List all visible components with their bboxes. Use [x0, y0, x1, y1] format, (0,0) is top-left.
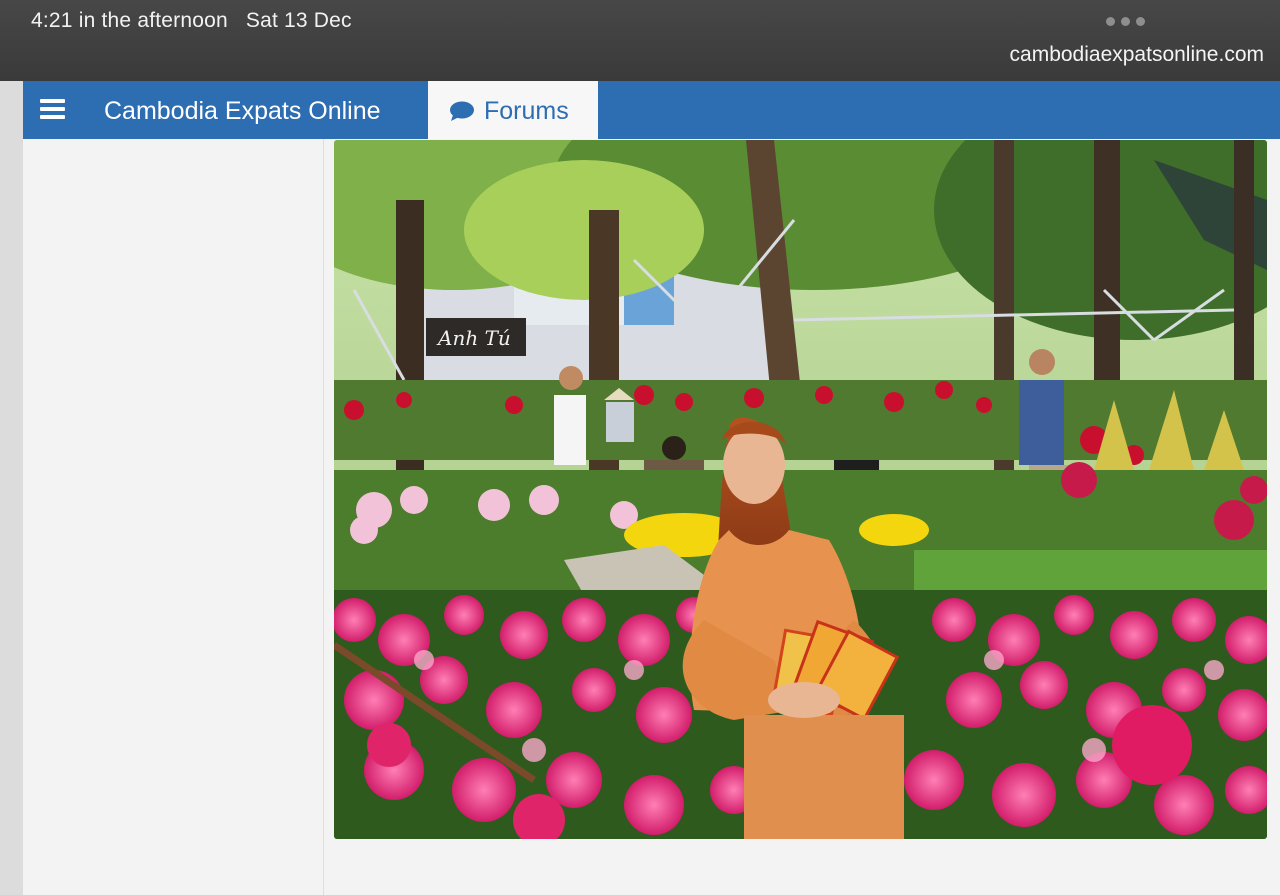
hamburger-menu-icon[interactable] [40, 99, 65, 119]
post-photo[interactable]: Anh Tú [334, 140, 1267, 839]
speech-bubble-icon [450, 101, 474, 121]
tab-forums-label: Forums [484, 97, 569, 125]
address-url[interactable]: cambodiaexpatsonline.com [1010, 43, 1264, 67]
photo-sign-text: Anh Tú [436, 326, 511, 350]
site-navbar: Cambodia Expats Online Forums [23, 81, 1280, 139]
page-edge [0, 81, 23, 895]
status-date: Sat 13 Dec [245, 9, 352, 32]
sidebar-panel [23, 139, 324, 895]
browser-status-bar: 4:21 in the afternoon Sat 13 Dec cambodia… [0, 0, 1280, 81]
tab-forums[interactable]: Forums [428, 81, 598, 139]
more-options-icon[interactable] [1106, 17, 1145, 26]
status-time-text: 4:21 in the afternoon [31, 9, 228, 32]
site-title[interactable]: Cambodia Expats Online [104, 97, 381, 126]
status-time: 4:21 in the afternoon Sat 13 Dec [31, 9, 352, 33]
